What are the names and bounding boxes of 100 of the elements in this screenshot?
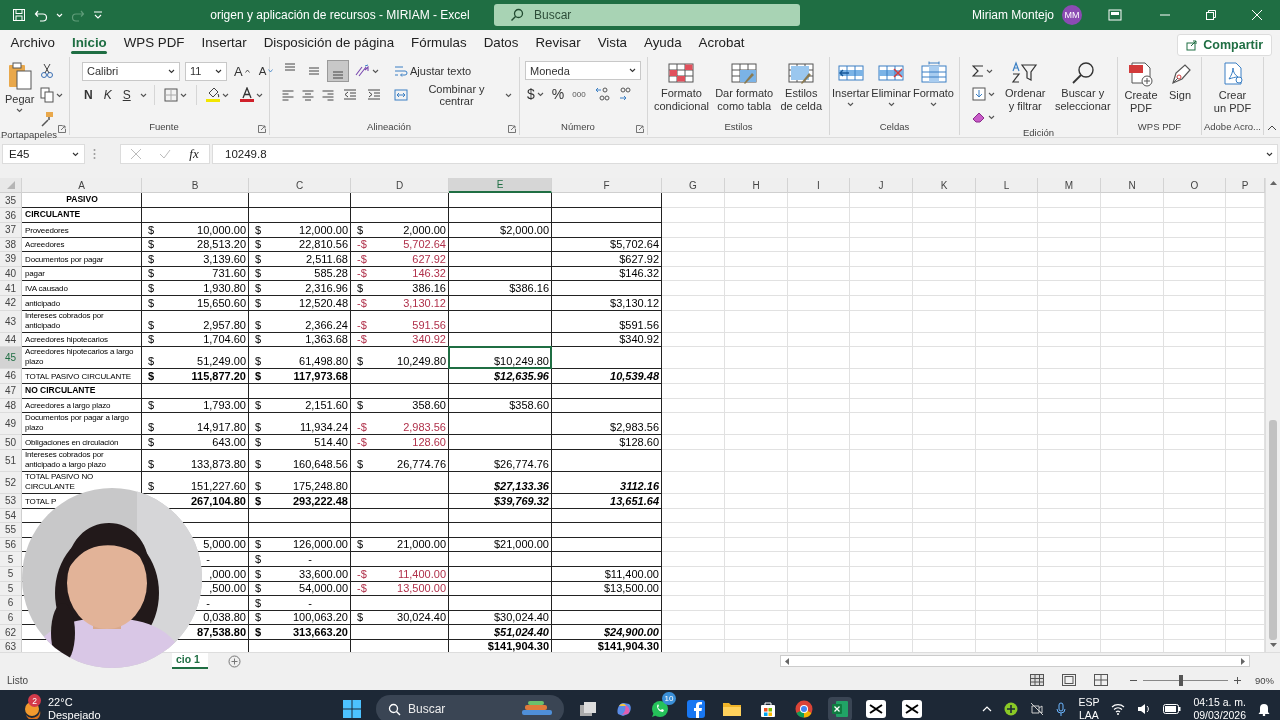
video-editor-icon[interactable]	[900, 697, 924, 720]
horizontal-scrollbar[interactable]	[780, 655, 1250, 667]
menu-tab[interactable]: Acrobat	[690, 30, 754, 55]
menu-tab[interactable]: Revisar	[526, 30, 590, 55]
row-header[interactable]: 49	[0, 413, 22, 436]
horizontal-align-icon	[302, 89, 314, 101]
column-header[interactable]: C	[249, 178, 351, 193]
menu-tab[interactable]: Insertar	[193, 30, 256, 55]
column-header[interactable]: L	[976, 178, 1038, 193]
column-header[interactable]: P	[1226, 178, 1265, 193]
row-header[interactable]: 51	[0, 449, 22, 472]
column-header[interactable]: E	[449, 178, 552, 193]
bold-button[interactable]: N	[82, 85, 95, 105]
merge-center-button[interactable]: Combinar y centrar	[392, 85, 514, 105]
table-cell: $51,024.40	[449, 625, 552, 640]
row-header[interactable]: 45	[0, 347, 22, 370]
row-header[interactable]: 52	[0, 471, 22, 494]
table-cell: Documentos por pagar	[22, 252, 142, 267]
style-button[interactable]: Dar formato como tabla	[713, 61, 775, 113]
sheet-tab[interactable]: cio 1	[172, 653, 208, 669]
currency-button[interactable]: $	[525, 84, 546, 104]
percent-button[interactable]: %	[549, 84, 567, 104]
menu-tab[interactable]: WPS PDF	[115, 30, 193, 55]
row-header[interactable]: 50	[0, 435, 22, 450]
formula-field[interactable]: 10249.8	[212, 144, 1278, 164]
clock-time[interactable]: 04:15 a. m.	[1193, 696, 1246, 709]
menu-tab[interactable]: Datos	[475, 30, 527, 55]
fill-color-button[interactable]	[203, 85, 231, 105]
row-header[interactable]: 62	[0, 625, 22, 640]
style-button[interactable]: Estilos de celda	[778, 61, 824, 113]
thousands-button[interactable]: 000	[570, 84, 588, 104]
cells-button[interactable]: Insertar	[832, 61, 870, 107]
column-header[interactable]: J	[850, 178, 913, 193]
table-cell: $39,769.32	[449, 493, 552, 509]
pdf-button[interactable]: Create PDF	[1123, 61, 1159, 115]
add-sheet-button[interactable]	[228, 654, 241, 668]
column-header[interactable]: O	[1164, 178, 1226, 193]
paste-button[interactable]: Pegar	[5, 61, 35, 113]
row-header[interactable]: 41	[0, 281, 22, 296]
italic-button[interactable]: K	[101, 85, 114, 105]
wrap-text-button[interactable]: Ajustar texto	[392, 61, 514, 81]
row-header[interactable]: 36	[0, 208, 22, 223]
column-header[interactable]: A	[22, 178, 142, 193]
create-pdf-button[interactable]: Crear un PDF	[1212, 61, 1253, 115]
search-field[interactable]: Buscar	[494, 4, 800, 26]
column-header[interactable]: M	[1038, 178, 1101, 193]
column-header[interactable]: B	[142, 178, 249, 193]
menu-tab[interactable]: Vista	[589, 30, 636, 55]
row-header[interactable]: 39	[0, 252, 22, 267]
menu-tab[interactable]: Archivo	[2, 30, 64, 55]
column-header[interactable]: G	[662, 178, 725, 193]
row-header[interactable]: 55	[0, 523, 22, 538]
menu-tab[interactable]: Ayuda	[635, 30, 691, 55]
font-color-button[interactable]	[237, 85, 265, 105]
insert-function-button[interactable]: fx	[189, 146, 199, 162]
editing-button[interactable]: Ordenar y filtrar	[1001, 61, 1050, 113]
column-header[interactable]: K	[913, 178, 976, 193]
underline-button[interactable]: S	[120, 85, 133, 105]
start-button[interactable]	[340, 697, 364, 720]
row-header[interactable]: 43	[0, 310, 22, 333]
font-size-dropdown[interactable]: 11	[185, 61, 227, 81]
borders-button[interactable]	[161, 85, 189, 105]
social-app-icon[interactable]	[684, 697, 708, 720]
cells-button[interactable]: Eliminar	[871, 61, 912, 107]
style-button[interactable]: Formato condicional	[653, 61, 710, 113]
user-avatar[interactable]: MM	[1062, 5, 1082, 25]
column-header[interactable]: H	[725, 178, 788, 193]
number-format-dropdown[interactable]: Moneda	[525, 61, 641, 80]
pdf-button[interactable]: Sign	[1165, 61, 1195, 102]
row-header[interactable]: 46	[0, 369, 22, 384]
column-header[interactable]: N	[1101, 178, 1164, 193]
column-header[interactable]: F	[552, 178, 662, 193]
video-editor-icon[interactable]	[864, 697, 888, 720]
column-header[interactable]: I	[788, 178, 850, 193]
name-box[interactable]: E45	[2, 144, 85, 164]
down-caret-icon	[268, 69, 274, 73]
horizontal-align-icon	[322, 89, 334, 101]
increase-font-button[interactable]: A	[232, 61, 252, 81]
keyboard-layout[interactable]: LAA	[1079, 709, 1099, 720]
row-header[interactable]: 37	[0, 223, 22, 238]
row-header[interactable]: 5	[0, 552, 22, 567]
language-indicator[interactable]: ESP	[1078, 696, 1100, 709]
scrollbar-thumb[interactable]	[1269, 420, 1277, 640]
menu-tab[interactable]: Disposición de página	[255, 30, 403, 55]
align-button[interactable]	[328, 61, 348, 81]
font-name-dropdown[interactable]: Calibri	[82, 61, 180, 81]
share-button[interactable]: Compartir	[1177, 33, 1272, 56]
row-header[interactable]: 35	[0, 193, 22, 208]
cells-button[interactable]: Formato	[913, 61, 954, 107]
clock-date[interactable]: 09/03/2026	[1193, 709, 1246, 720]
column-header[interactable]: D	[351, 178, 449, 193]
menu-tab[interactable]: Fórmulas	[402, 30, 476, 55]
decrease-font-button[interactable]: A	[256, 61, 276, 81]
taskbar-search-field[interactable]: Buscar	[376, 695, 564, 720]
spreadsheet-app-icon[interactable]	[828, 697, 852, 720]
fill-button[interactable]	[970, 84, 997, 104]
editing-button[interactable]: Buscar y seleccionar	[1053, 61, 1112, 113]
row-header[interactable]: 6	[0, 596, 22, 611]
zoom-level[interactable]: 90%	[1255, 674, 1274, 686]
menu-tab[interactable]: Inicio	[63, 30, 116, 55]
